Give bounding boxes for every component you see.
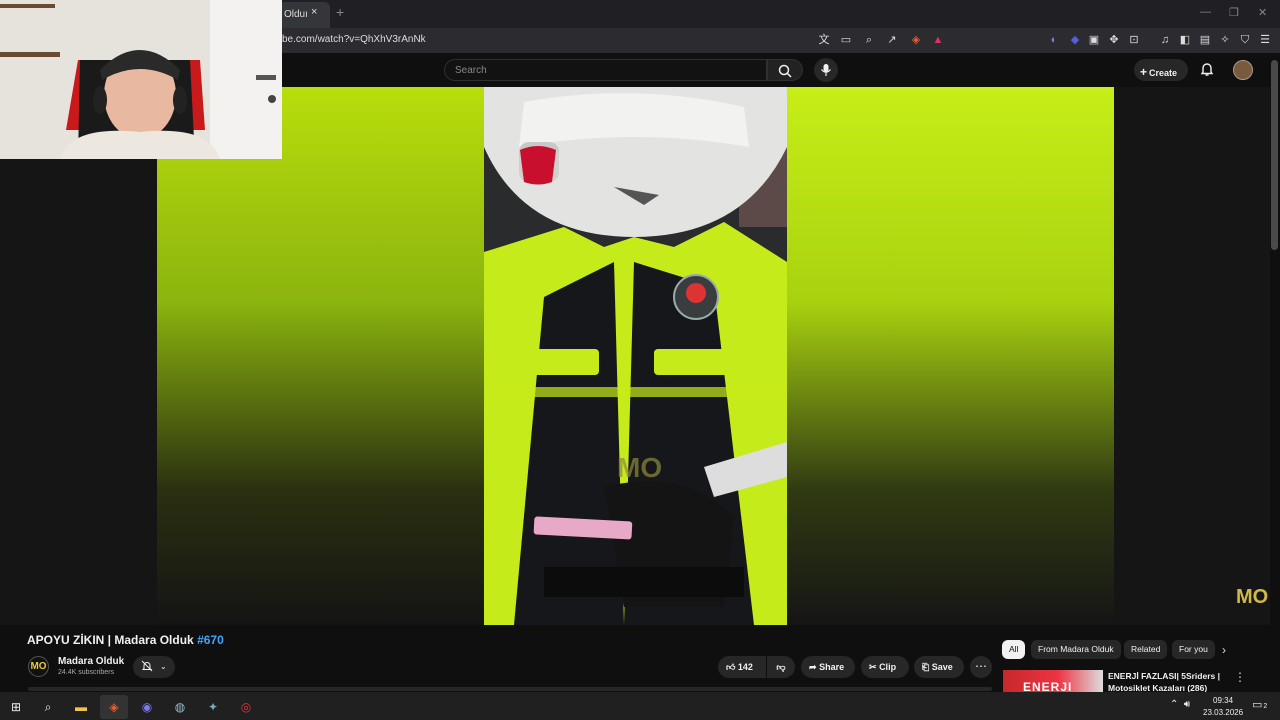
chevron-right-icon[interactable]: › bbox=[1222, 643, 1226, 657]
video-blur-left bbox=[157, 87, 484, 625]
search-taskbar-icon[interactable]: ⌕ bbox=[34, 695, 62, 719]
windows-start-icon[interactable]: ⊞ bbox=[2, 695, 30, 719]
discord-icon[interactable]: ◉ bbox=[133, 695, 161, 719]
media-icon[interactable]: ♫ bbox=[1156, 31, 1174, 49]
brave-browser-icon[interactable]: ◈ bbox=[100, 695, 128, 719]
extension-box-icon[interactable]: ▣ bbox=[1085, 31, 1103, 49]
screenshot-icon[interactable]: ⊡ bbox=[1125, 31, 1143, 49]
wallet-icon[interactable]: ▤ bbox=[1196, 31, 1214, 49]
chip-from-channel[interactable]: From Madara Olduk bbox=[1031, 640, 1121, 659]
taskbar-time[interactable]: 09:34 bbox=[1213, 696, 1233, 705]
recommendation-title[interactable]: ENERJİ FAZLASI| 5Sriders | Motosiklet Ka… bbox=[1108, 670, 1223, 694]
clip-label: Clip bbox=[879, 662, 897, 672]
zoom-icon[interactable]: ⌕ bbox=[860, 31, 878, 49]
chevron-down-icon: ⌄ bbox=[160, 662, 167, 671]
video-blur-right bbox=[787, 87, 1114, 625]
thumbs-down-icon: 👎︎ bbox=[776, 662, 786, 672]
extension-icon[interactable]: ◆ bbox=[1066, 31, 1084, 49]
video-frame-illustration: MO bbox=[484, 87, 787, 625]
url-field[interactable]: be.com/watch?v=QhXhV3rAnNk bbox=[282, 34, 426, 45]
save-button[interactable]: ⎗ Save bbox=[914, 656, 964, 678]
dislike-button[interactable]: 👎︎ bbox=[767, 656, 795, 678]
video-title-text: APOYU ZİKIN | Madara Olduk bbox=[27, 633, 198, 647]
tab-title: Olduı bbox=[284, 9, 308, 20]
like-count: 142 bbox=[737, 662, 753, 672]
page-scrollbar[interactable] bbox=[1271, 60, 1278, 250]
brave-rewards-icon[interactable]: ▲ bbox=[929, 31, 947, 49]
chip-all[interactable]: All bbox=[1002, 640, 1026, 659]
restore-button[interactable]: ❐ bbox=[1229, 6, 1239, 19]
channel-avatar[interactable]: MO bbox=[28, 656, 49, 677]
more-actions-button[interactable]: ⋯ bbox=[970, 656, 992, 678]
new-tab-button[interactable]: + bbox=[336, 4, 344, 20]
chip-related[interactable]: Related bbox=[1124, 640, 1168, 659]
video-title: APOYU ZİKIN | Madara Olduk #670 bbox=[27, 633, 224, 647]
create-button[interactable]: + Create bbox=[1134, 59, 1188, 81]
minimize-button[interactable]: — bbox=[1200, 6, 1211, 18]
webcam-illustration bbox=[0, 0, 282, 159]
account-avatar[interactable] bbox=[1233, 60, 1253, 80]
search-input[interactable]: Search bbox=[444, 59, 767, 81]
microphone-icon bbox=[821, 64, 831, 76]
browser-tab[interactable]: Olduı bbox=[278, 2, 330, 28]
video-frame[interactable]: MO bbox=[484, 87, 787, 625]
app-icon[interactable]: ✦ bbox=[199, 695, 227, 719]
save-label: Save bbox=[931, 662, 953, 672]
video-hashtag[interactable]: #670 bbox=[197, 633, 224, 647]
chip-for-you[interactable]: For you bbox=[1172, 640, 1215, 659]
share-page-icon[interactable]: ↗ bbox=[883, 31, 901, 49]
share-label: Share bbox=[819, 662, 845, 672]
page-divider bbox=[28, 687, 992, 691]
translate-icon[interactable]: 文 bbox=[815, 31, 833, 49]
recommendation-menu-icon[interactable]: ⋮ bbox=[1234, 670, 1246, 684]
share-button[interactable]: ➦ Share bbox=[801, 656, 855, 678]
notification-count: 2 bbox=[1263, 703, 1268, 710]
search-button[interactable] bbox=[767, 59, 803, 81]
more-dots-icon: ⋯ bbox=[975, 659, 987, 673]
notifications-bell-icon[interactable] bbox=[1199, 61, 1217, 79]
thumbs-up-icon: 👍︎ bbox=[726, 662, 736, 672]
steam-icon[interactable]: ◍ bbox=[166, 695, 194, 719]
bookmark-icon: ⎗ bbox=[922, 662, 930, 672]
channel-name[interactable]: Madara Olduk bbox=[58, 656, 124, 667]
search-icon bbox=[778, 64, 792, 78]
like-button[interactable]: 👍︎ 142 bbox=[718, 656, 766, 678]
system-tray-icons[interactable]: ⌃ 🔊︎ bbox=[1170, 699, 1190, 710]
subscriber-count: 24.4K subscribers bbox=[58, 669, 115, 676]
brave-shield-icon[interactable]: ◈ bbox=[907, 31, 925, 49]
sidebar-icon[interactable]: ◧ bbox=[1176, 31, 1194, 49]
extensions-puzzle-icon[interactable]: ✥ bbox=[1105, 31, 1123, 49]
subscription-notification-button[interactable]: ⌄ bbox=[133, 656, 175, 678]
cast-icon[interactable]: ▭ bbox=[837, 31, 855, 49]
obs-icon[interactable]: ◎ bbox=[232, 695, 260, 719]
svg-text:MO: MO bbox=[617, 452, 662, 483]
share-icon: ➦ bbox=[809, 662, 817, 672]
file-explorer-icon[interactable]: ▬ bbox=[67, 695, 95, 719]
create-label: Create bbox=[1149, 68, 1178, 78]
leo-ai-icon[interactable]: ✧ bbox=[1216, 31, 1234, 49]
taskbar-date[interactable]: 23.03.2026 bbox=[1203, 708, 1243, 717]
extension-discord-icon[interactable]: ◐ bbox=[1045, 31, 1063, 49]
tab-close-icon[interactable]: × bbox=[311, 6, 317, 18]
vpn-icon[interactable]: ⛉ bbox=[1236, 31, 1254, 49]
menu-icon[interactable]: ☰ bbox=[1256, 31, 1274, 49]
channel-watermark[interactable]: MO bbox=[1236, 586, 1268, 609]
voice-search-button[interactable] bbox=[814, 58, 838, 82]
plus-icon: + bbox=[1140, 65, 1148, 79]
scissors-icon: ✂ bbox=[869, 662, 877, 672]
bell-off-icon bbox=[141, 661, 153, 672]
notification-center-icon[interactable]: ▭2 bbox=[1252, 698, 1267, 711]
clip-button[interactable]: ✂ Clip bbox=[861, 656, 909, 678]
webcam-overlay bbox=[0, 0, 282, 159]
close-window-button[interactable]: ✕ bbox=[1258, 6, 1267, 19]
